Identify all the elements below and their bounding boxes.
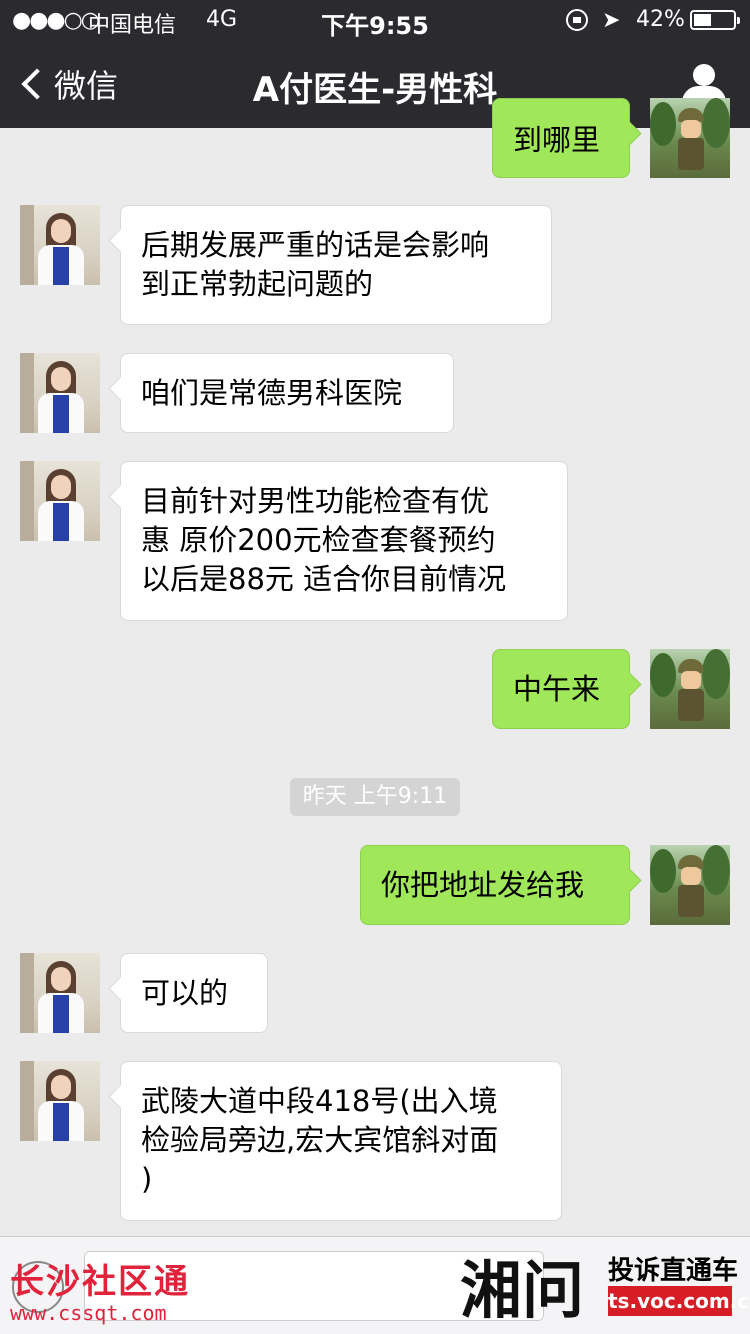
navigation-bar: 微信 A付医生-男性科 bbox=[0, 40, 750, 128]
chevron-left-icon bbox=[21, 68, 53, 100]
doctor-avatar[interactable] bbox=[20, 205, 100, 285]
message-bubble-outgoing[interactable]: 到哪里 bbox=[492, 98, 630, 178]
top-bar: ●●●○○ 中国电信 4G 下午9:55 ➤ 42% 微信 A付医生-男性科 bbox=[0, 0, 750, 128]
message-bubble-incoming[interactable]: 可以的 bbox=[120, 953, 268, 1033]
message-bubble-outgoing[interactable]: 中午来 bbox=[492, 649, 630, 729]
watermark-voc-url: ts.voc.com.cn bbox=[608, 1286, 750, 1316]
chat-timestamp: 昨天 上午9:11 bbox=[290, 778, 460, 816]
user-avatar[interactable] bbox=[650, 98, 730, 178]
back-button-label: 微信 bbox=[54, 67, 119, 105]
message-bubble-incoming[interactable]: 咱们是常德男科医院 bbox=[120, 353, 454, 433]
message-bubble-incoming[interactable]: 武陵大道中段418号(出入境 检验局旁边,宏大宾馆斜对面 ) bbox=[120, 1061, 562, 1221]
rotation-lock-icon bbox=[566, 9, 588, 31]
watermark-cssqt: 长沙社区通 www.cssqt.com bbox=[10, 1254, 190, 1325]
doctor-avatar[interactable] bbox=[20, 461, 100, 541]
message-bubble-incoming[interactable]: 后期发展严重的话是会影响 到正常勃起问题的 bbox=[120, 205, 552, 325]
message-bubble-incoming[interactable]: 目前针对男性功能检查有优 惠 原价200元检查套餐预约 以后是88元 适合你目前… bbox=[120, 461, 568, 621]
doctor-avatar[interactable] bbox=[20, 353, 100, 433]
watermark-cssqt-name: 长沙社区通 bbox=[10, 1262, 190, 1302]
watermark-voc-name: 投诉直通车 bbox=[608, 1256, 739, 1286]
battery-icon bbox=[690, 10, 740, 30]
status-bar: ●●●○○ 中国电信 4G 下午9:55 ➤ 42% bbox=[0, 0, 750, 40]
watermark-cssqt-url: www.cssqt.com bbox=[10, 1301, 167, 1325]
doctor-avatar[interactable] bbox=[20, 953, 100, 1033]
watermark-voc: 湘问 投诉直通车 ts.voc.com.cn bbox=[460, 1240, 750, 1334]
user-avatar[interactable] bbox=[650, 845, 730, 925]
battery-percentage: 42% bbox=[636, 7, 685, 32]
doctor-avatar[interactable] bbox=[20, 1061, 100, 1141]
user-avatar[interactable] bbox=[650, 649, 730, 729]
location-arrow-icon: ➤ bbox=[602, 8, 621, 33]
person-icon-head bbox=[693, 64, 715, 86]
watermark-voc-logo: 湘问 bbox=[460, 1254, 585, 1327]
message-bubble-outgoing[interactable]: 你把地址发给我 bbox=[360, 845, 630, 925]
back-button[interactable]: 微信 bbox=[18, 60, 118, 108]
